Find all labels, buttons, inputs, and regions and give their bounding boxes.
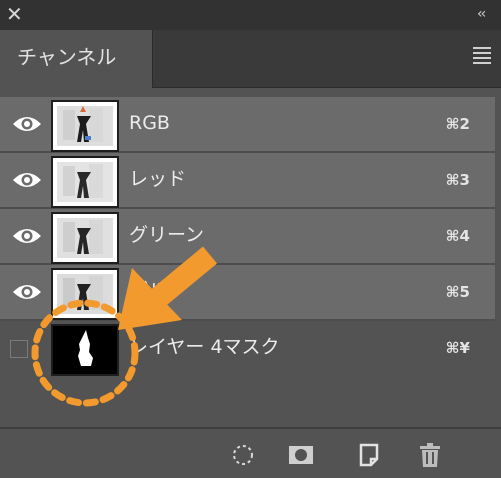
- channel-thumbnail: [51, 156, 119, 208]
- tab-row: チャンネル: [0, 30, 501, 88]
- collapse-panel-icon[interactable]: ‹‹: [477, 5, 493, 23]
- tab-label: チャンネル: [17, 45, 117, 69]
- mask-thumbnail: [51, 324, 119, 376]
- channel-list: RGB ⌘2 レッド ⌘3 グリーン ⌘4 ブルー ⌘5 レイヤー 4マスク ⌘…: [0, 97, 501, 427]
- channel-name: レイヤー 4マスク: [129, 336, 280, 358]
- channel-shortcut: ⌘4: [445, 227, 470, 245]
- eye-icon[interactable]: [12, 282, 42, 302]
- eye-icon[interactable]: [12, 170, 42, 190]
- eye-icon[interactable]: [12, 226, 42, 246]
- panel-title-bar: ✕ ‹‹: [0, 0, 501, 30]
- channel-row-layer-mask[interactable]: レイヤー 4マスク ⌘¥: [0, 321, 495, 376]
- panel-footer: [0, 427, 501, 478]
- channel-shortcut: ⌘3: [445, 171, 470, 189]
- close-icon[interactable]: ✕: [6, 3, 26, 25]
- tab-channels[interactable]: チャンネル: [0, 30, 153, 88]
- channel-row-blue[interactable]: ブルー ⌘5: [0, 265, 495, 321]
- eye-icon[interactable]: [12, 114, 42, 134]
- channel-shortcut: ⌘¥: [445, 339, 470, 357]
- trash-icon[interactable]: [417, 442, 443, 468]
- channel-row-rgb[interactable]: RGB ⌘2: [0, 97, 495, 153]
- channels-panel: ✕ ‹‹ チャンネル RGB ⌘2 レッド ⌘3 グリーン ⌘4 ブルー ⌘5 …: [0, 0, 501, 478]
- channel-name: グリーン: [129, 224, 205, 246]
- new-channel-icon[interactable]: [356, 442, 382, 468]
- channel-thumbnail: [51, 100, 119, 152]
- channel-name: RGB: [129, 112, 170, 134]
- load-selection-icon[interactable]: [230, 442, 256, 468]
- channel-row-green[interactable]: グリーン ⌘4: [0, 209, 495, 265]
- save-selection-icon[interactable]: [288, 442, 314, 468]
- channel-row-red[interactable]: レッド ⌘3: [0, 153, 495, 209]
- channel-name: ブルー: [129, 280, 187, 302]
- channel-shortcut: ⌘2: [445, 115, 470, 133]
- channel-thumbnail: [51, 212, 119, 264]
- hamburger-menu-icon[interactable]: [473, 47, 491, 64]
- visibility-toggle[interactable]: [10, 340, 28, 358]
- channel-shortcut: ⌘5: [445, 283, 470, 301]
- channel-name: レッド: [129, 168, 187, 190]
- channel-thumbnail: [51, 268, 119, 320]
